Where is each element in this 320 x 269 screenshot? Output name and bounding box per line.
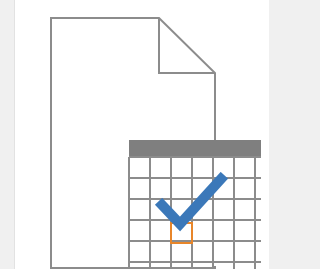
- calendar-icon: [128, 140, 261, 269]
- template-tile[interactable]: [14, 0, 269, 269]
- blank-calendar-document-icon: [50, 17, 261, 269]
- calendar-header: [129, 140, 261, 157]
